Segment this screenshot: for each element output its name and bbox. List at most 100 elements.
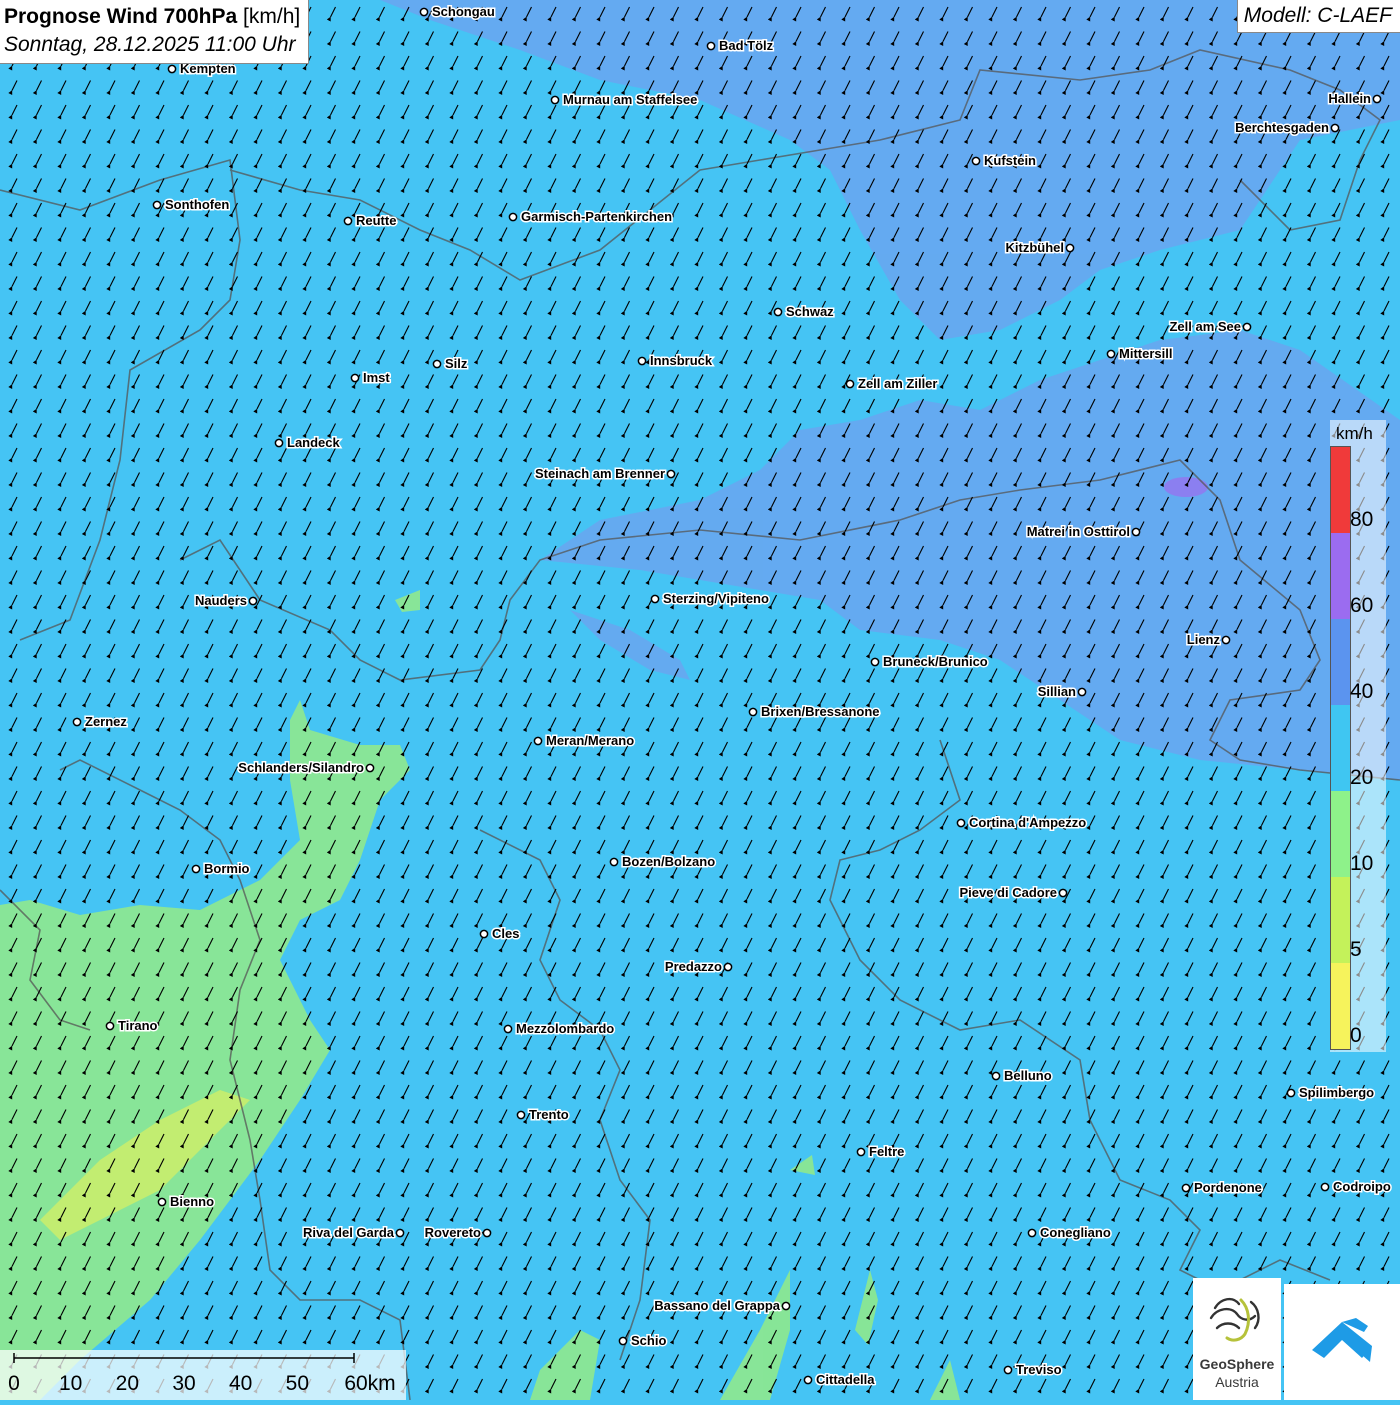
scale-label: 0	[8, 1372, 20, 1395]
city-label: Zernez	[85, 714, 127, 729]
city-marker	[803, 1375, 813, 1385]
city-label: Bad Tölz	[719, 38, 774, 53]
city-label: Pieve di Cadore	[959, 885, 1057, 900]
city-label: Feltre	[869, 1144, 904, 1159]
logo-name: GeoSphere	[1199, 1356, 1275, 1372]
city-marker	[1003, 1365, 1013, 1375]
model-label: Modell: C-LAEF	[1236, 0, 1400, 33]
city-label: Riva del Garda	[303, 1225, 395, 1240]
city-label: Treviso	[1016, 1362, 1062, 1377]
city-label: Garmisch-Partenkirchen	[521, 209, 672, 224]
city-label: Landeck	[287, 435, 341, 450]
city-label: Zell am See	[1169, 319, 1241, 334]
city-marker	[1058, 888, 1068, 898]
city-marker	[516, 1110, 526, 1120]
city-marker	[1221, 635, 1231, 645]
city-label: Brixen/Bressanone	[761, 704, 880, 719]
city-marker	[1320, 1182, 1330, 1192]
city-label: Bormio	[204, 861, 250, 876]
city-label: Mezzolombardo	[516, 1021, 614, 1036]
city-marker	[274, 438, 284, 448]
city-marker	[350, 373, 360, 383]
city-marker	[991, 1071, 1001, 1081]
legend-label: 40	[1350, 680, 1374, 703]
legend-swatch	[1330, 876, 1351, 963]
scale-label: 60km	[344, 1372, 396, 1395]
scale-label: 30	[172, 1372, 196, 1395]
city-label: Berchtesgaden	[1235, 120, 1329, 135]
city-label: Imst	[363, 370, 390, 385]
city-marker	[482, 1228, 492, 1238]
city-label: Sonthofen	[165, 197, 229, 212]
city-marker	[650, 594, 660, 604]
city-marker	[1286, 1088, 1296, 1098]
legend-label: 0	[1350, 1024, 1362, 1047]
wind-field-60-80	[1164, 477, 1208, 497]
city-marker	[395, 1228, 405, 1238]
city-label: Predazzo	[665, 959, 722, 974]
logo-sub: Austria	[1215, 1374, 1259, 1390]
geosphere-logo: GeoSphere Austria	[1193, 1278, 1281, 1400]
city-marker	[1131, 527, 1141, 537]
city-label: Rovereto	[425, 1225, 481, 1240]
legend-swatch	[1330, 704, 1351, 791]
legend-swatch	[1330, 446, 1351, 533]
legend-swatch	[1330, 618, 1351, 705]
city-marker	[72, 717, 82, 727]
city-marker	[191, 864, 201, 874]
city-marker	[723, 962, 733, 972]
city-marker	[432, 359, 442, 369]
city-label: Murnau am Staffelsee	[563, 92, 697, 107]
city-marker	[365, 763, 375, 773]
city-marker	[343, 216, 353, 226]
city-marker	[419, 7, 429, 17]
wind-map: SchongauBad TölzKemptenMurnau am Staffel…	[0, 0, 1400, 1400]
city-label: Bruneck/Brunico	[883, 654, 988, 669]
city-label: Reutte	[356, 213, 396, 228]
city-label: Hallein	[1328, 91, 1371, 106]
legend-label: 10	[1350, 852, 1374, 875]
scale-label: 50	[285, 1372, 310, 1395]
city-marker	[666, 469, 676, 479]
city-label: Matrei in Osttirol	[1027, 524, 1130, 539]
partner-logo	[1284, 1284, 1400, 1400]
city-marker	[157, 1197, 167, 1207]
city-marker	[1027, 1228, 1037, 1238]
scale-label: 10	[58, 1372, 83, 1395]
city-marker	[167, 64, 177, 74]
city-label: Nauders	[195, 593, 247, 608]
city-label: Pordenone	[1194, 1180, 1262, 1195]
city-label: Kufstein	[984, 153, 1036, 168]
legend-swatch	[1330, 532, 1351, 619]
legend-swatch	[1330, 790, 1351, 877]
city-label: Meran/Merano	[546, 733, 634, 748]
city-label: Schwaz	[786, 304, 834, 319]
legend-label: 20	[1350, 766, 1374, 789]
map-title-box: Prognose Wind 700hPa [km/h] Sonntag, 28.…	[0, 0, 310, 64]
city-label: Spilimbergo	[1299, 1085, 1374, 1100]
city-marker	[1330, 123, 1340, 133]
city-label: Zell am Ziller	[858, 376, 937, 391]
scale-label: 40	[228, 1372, 253, 1395]
city-label: Cortina d'Ampezzo	[969, 815, 1086, 830]
city-label: Conegliano	[1040, 1225, 1111, 1240]
city-marker	[845, 379, 855, 389]
city-marker	[1372, 94, 1382, 104]
geosphere-emblem-icon	[1209, 1297, 1260, 1342]
city-marker	[706, 41, 716, 51]
city-label: Lienz	[1187, 632, 1221, 647]
city-label: Sterzing/Vipiteno	[663, 591, 769, 606]
city-label: Bozen/Bolzano	[622, 854, 715, 869]
city-marker	[1181, 1183, 1191, 1193]
city-label: Steinach am Brenner	[535, 466, 665, 481]
city-marker	[479, 929, 489, 939]
city-label: Schlanders/Silandro	[238, 760, 364, 775]
city-label: Silz	[445, 356, 468, 371]
city-marker	[618, 1336, 628, 1346]
city-marker	[781, 1301, 791, 1311]
city-marker	[152, 200, 162, 210]
map-title: Prognose Wind 700hPa [km/h]	[4, 5, 301, 28]
city-marker	[971, 156, 981, 166]
city-marker	[856, 1147, 866, 1157]
city-label: Mittersill	[1119, 346, 1172, 361]
